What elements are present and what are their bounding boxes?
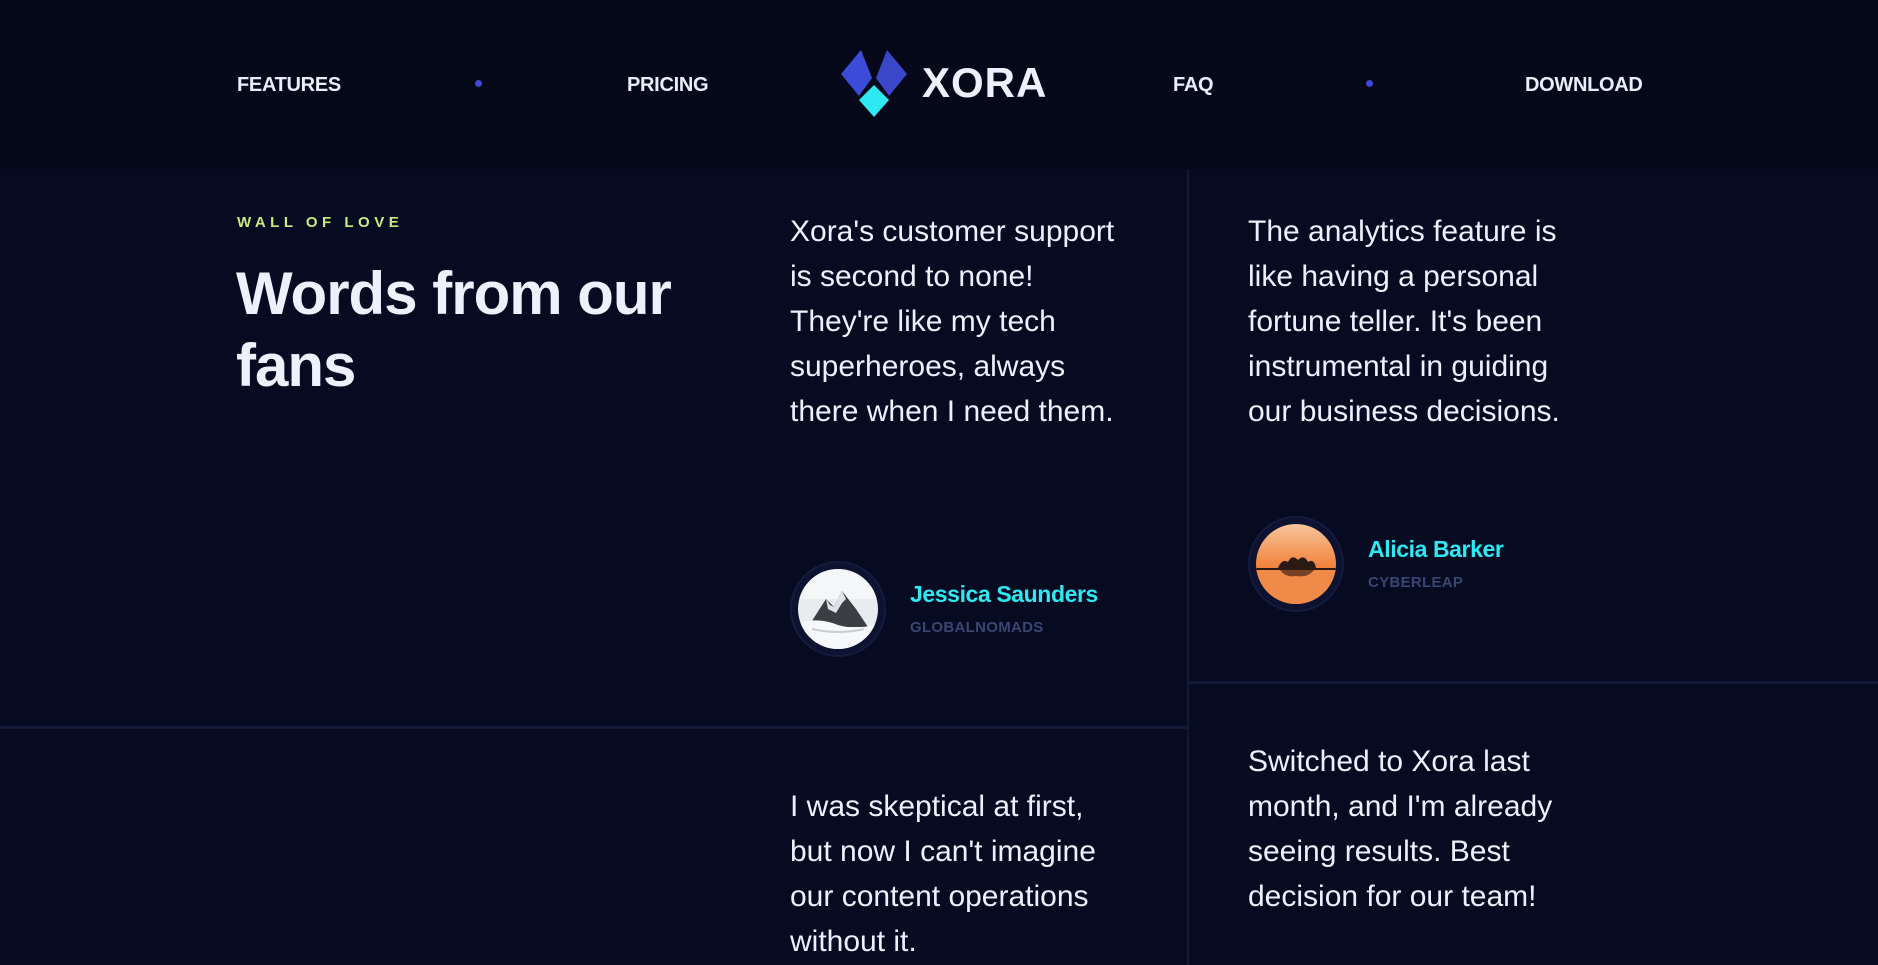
- column-divider: [1187, 169, 1189, 965]
- nav-link-faq[interactable]: FAQ: [1173, 70, 1214, 100]
- section-eyebrow: WALL OF LOVE: [237, 214, 404, 231]
- author-company: GLOBALNOMADS: [910, 619, 1044, 636]
- nav-separator-dot: [1366, 80, 1373, 87]
- avatar: [1248, 516, 1344, 612]
- author-name: Alicia Barker: [1368, 536, 1504, 562]
- nav-separator-dot: [475, 80, 482, 87]
- author-meta: Jessica Saunders GLOBALNOMADS: [910, 579, 1098, 639]
- logo-wordmark: XORA: [922, 59, 1048, 106]
- avatar: [790, 561, 886, 657]
- author-meta: Alicia Barker CYBERLEAP: [1368, 534, 1504, 594]
- testimonial-author: Jessica Saunders GLOBALNOMADS: [790, 561, 1098, 657]
- nav-link-pricing[interactable]: PRICING: [627, 70, 709, 100]
- testimonial-quote: The analytics feature is like having a p…: [1248, 215, 1560, 428]
- row-divider-right: [1189, 681, 1878, 684]
- sunset-island-avatar-icon: [1256, 524, 1336, 604]
- nav-link-features[interactable]: FEATURES: [237, 70, 341, 100]
- testimonial-quote: Xora's customer support is second to non…: [790, 215, 1115, 428]
- testimonial-author: Alicia Barker CYBERLEAP: [1248, 516, 1504, 612]
- nav-link-download[interactable]: DOWNLOAD: [1525, 70, 1643, 100]
- row-divider-left: [0, 726, 1187, 729]
- testimonial-quote: Switched to Xora last month, and I'm alr…: [1248, 745, 1553, 913]
- page: FEATURES PRICING XORA FAQ DOWNLOAD WALL …: [0, 0, 1878, 965]
- section-heading: Words from our fans: [236, 260, 672, 399]
- site-header: FEATURES PRICING XORA FAQ DOWNLOAD: [0, 0, 1878, 169]
- author-company: CYBERLEAP: [1368, 574, 1464, 591]
- author-name: Jessica Saunders: [910, 581, 1098, 607]
- testimonial-quote: I was skeptical at first, but now I can'…: [790, 790, 1096, 958]
- xora-logo[interactable]: XORA: [838, 47, 1047, 119]
- snowy-mountain-avatar-icon: [798, 569, 878, 649]
- xora-logo-icon: [838, 47, 910, 119]
